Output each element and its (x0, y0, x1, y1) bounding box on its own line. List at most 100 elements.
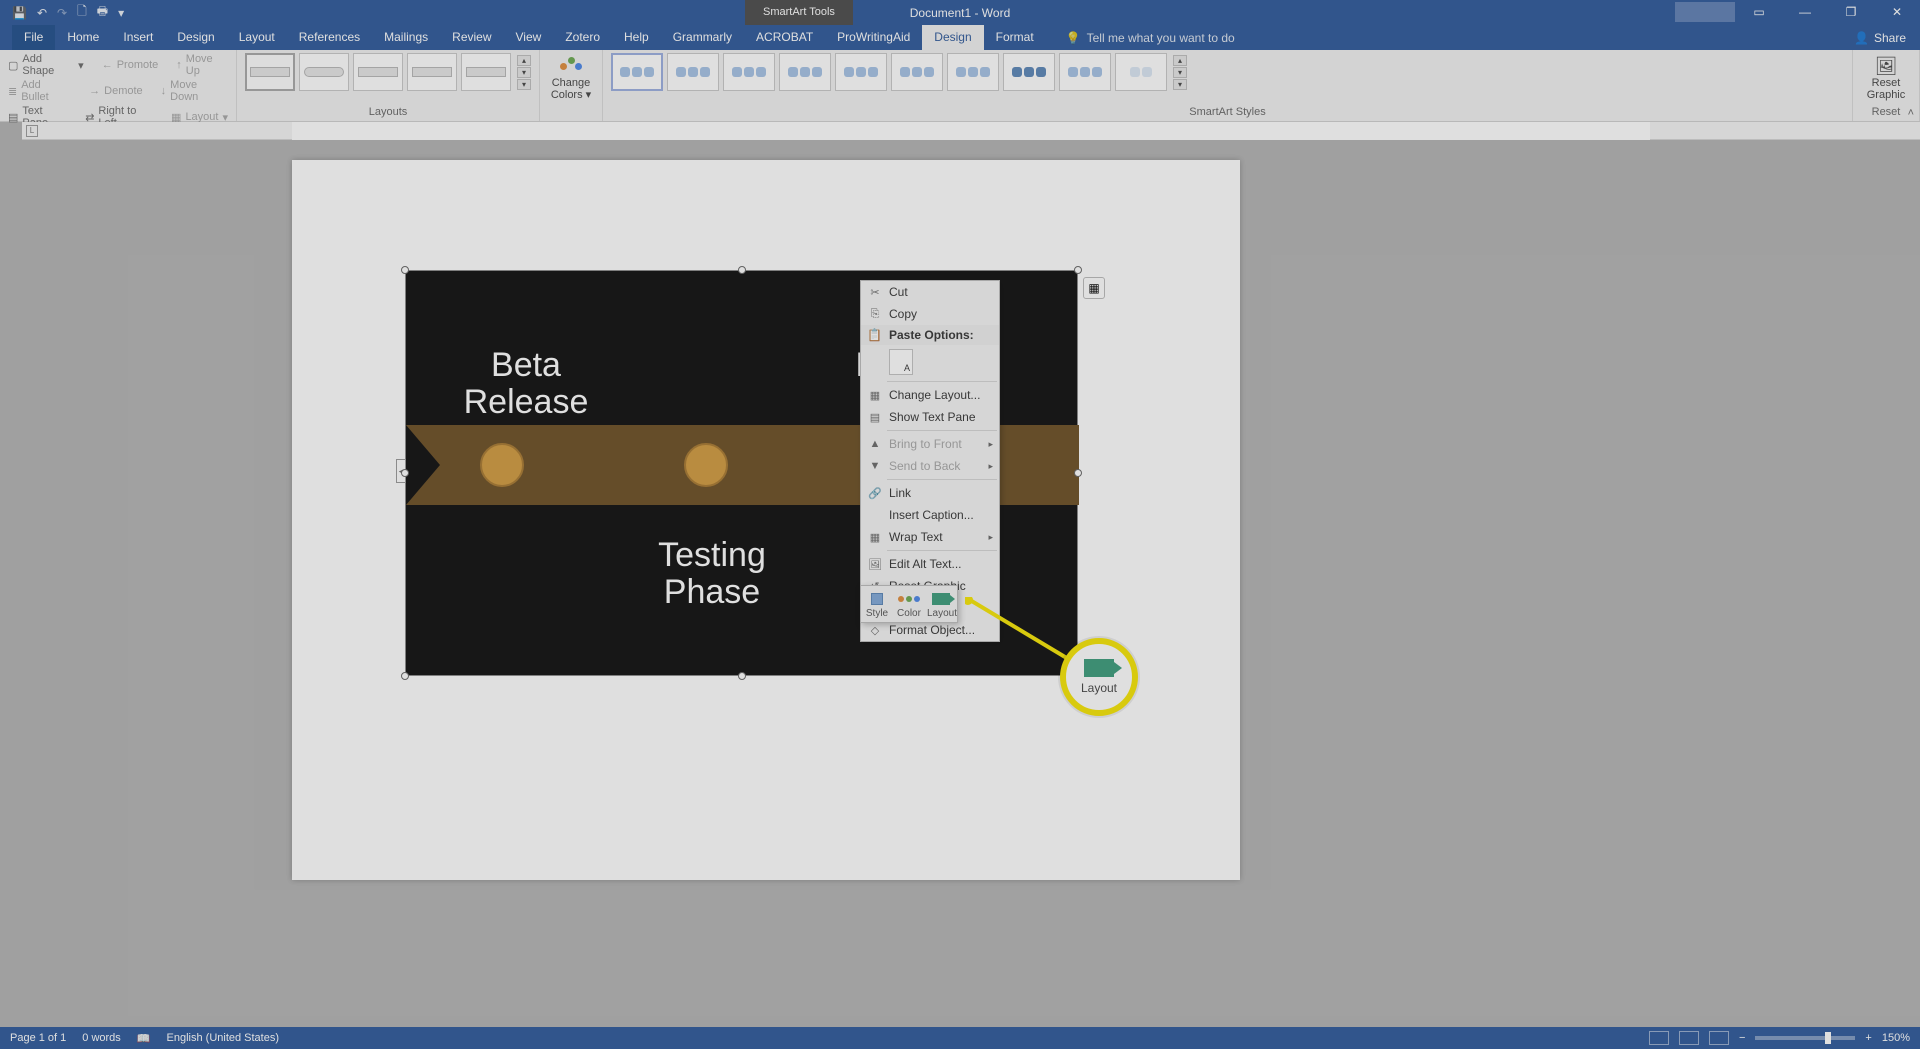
tab-smartart-design[interactable]: Design (922, 25, 983, 50)
style-thumb-2[interactable] (667, 53, 719, 91)
style-thumb-4[interactable] (779, 53, 831, 91)
layout-thumb-2[interactable] (299, 53, 349, 91)
ctx-insert-caption[interactable]: Insert Caption... (861, 504, 999, 526)
mini-toolbar: Style Color Layout (860, 585, 958, 623)
ctx-send-to-back[interactable]: ▼Send to Back▸ (861, 455, 999, 477)
mini-style-button[interactable]: Style (861, 586, 893, 622)
layout-thumb-3[interactable] (353, 53, 403, 91)
style-thumb-9[interactable] (1059, 53, 1111, 91)
cut-icon: ✂ (867, 286, 883, 299)
style-thumb-6[interactable] (891, 53, 943, 91)
move-down-button[interactable]: ↓ Move Down (161, 79, 228, 103)
style-thumb-3[interactable] (723, 53, 775, 91)
ctx-wrap-text[interactable]: ▦Wrap Text▸ (861, 526, 999, 548)
print-icon[interactable]: 🖶 (97, 2, 108, 23)
status-page[interactable]: Page 1 of 1 (10, 1032, 66, 1044)
smartart-text-1[interactable]: BetaRelease (446, 347, 606, 422)
zoom-level[interactable]: 150% (1882, 1032, 1910, 1044)
page[interactable]: ◂ ▦ BetaRelease ProL TestingPhase (292, 160, 1240, 880)
change-colors-button[interactable]: Change Colors ▾ (548, 53, 594, 101)
tab-acrobat[interactable]: ACROBAT (744, 25, 825, 50)
share-button[interactable]: 👤 Share (1854, 31, 1906, 45)
tab-design-main[interactable]: Design (165, 25, 226, 50)
save-icon[interactable]: 💾 (12, 6, 27, 20)
undo-icon[interactable]: ↶ (37, 6, 47, 20)
paste-keep-text-icon (889, 349, 913, 375)
tab-smartart-format[interactable]: Format (984, 25, 1046, 50)
promote-button[interactable]: ← Promote (102, 53, 159, 77)
collapse-ribbon-icon[interactable]: ˄ (1908, 107, 1914, 119)
tab-home[interactable]: Home (55, 25, 111, 50)
smartart-node-1[interactable] (480, 443, 524, 487)
tab-zotero[interactable]: Zotero (553, 25, 612, 50)
resize-handle-mr[interactable] (1074, 469, 1082, 477)
resize-handle-tm[interactable] (738, 266, 746, 274)
qat-more-icon[interactable]: ▾ (118, 6, 124, 20)
zoom-slider[interactable] (1755, 1036, 1855, 1040)
status-words[interactable]: 0 words (82, 1032, 121, 1044)
mini-layout-button[interactable]: Layout (925, 586, 957, 622)
ctx-paste-options-label: 📋Paste Options: (861, 325, 999, 345)
ribbon-tabs: File Home Insert Design Layout Reference… (0, 25, 1920, 50)
styles-gallery-scroll[interactable]: ▴▾▾ (1173, 55, 1187, 90)
tab-mailings[interactable]: Mailings (372, 25, 440, 50)
style-thumb-8[interactable] (1003, 53, 1055, 91)
title-bar: 💾 ↶ ↷ 🗋 🖶 ▾ Document1 - Word SmartArt To… (0, 0, 1920, 25)
ctx-bring-to-front[interactable]: ▲Bring to Front▸ (861, 433, 999, 455)
style-thumb-1[interactable] (611, 53, 663, 91)
tab-view[interactable]: View (504, 25, 554, 50)
reset-graphic-button[interactable]: 🖼 ResetGraphic (1861, 53, 1911, 101)
resize-handle-bl[interactable] (401, 672, 409, 680)
account-badge[interactable] (1675, 2, 1735, 22)
new-doc-icon[interactable]: 🗋 (77, 2, 87, 23)
tab-prowritingaid[interactable]: ProWritingAid (825, 25, 922, 50)
move-up-button[interactable]: ↑ Move Up (176, 53, 228, 77)
ctx-copy[interactable]: ⎘Copy (861, 303, 999, 325)
tab-references[interactable]: References (287, 25, 372, 50)
close-icon[interactable]: ✕ (1874, 0, 1920, 25)
status-language[interactable]: English (United States) (167, 1032, 280, 1044)
resize-handle-bm[interactable] (738, 672, 746, 680)
tab-review[interactable]: Review (440, 25, 503, 50)
layout-thumb-4[interactable] (407, 53, 457, 91)
resize-handle-tr[interactable] (1074, 266, 1082, 274)
layout-thumb-1[interactable] (245, 53, 295, 91)
resize-handle-tl[interactable] (401, 266, 409, 274)
style-thumb-5[interactable] (835, 53, 887, 91)
mini-color-button[interactable]: Color (893, 586, 925, 622)
style-thumb-10[interactable] (1115, 53, 1167, 91)
tab-insert[interactable]: Insert (111, 25, 165, 50)
zoom-in-icon[interactable]: + (1865, 1032, 1871, 1044)
ctx-change-layout[interactable]: ▦Change Layout... (861, 384, 999, 406)
view-print-layout[interactable] (1679, 1031, 1699, 1045)
ctx-edit-alt-text[interactable]: 🖼Edit Alt Text... (861, 553, 999, 575)
layout-thumb-5[interactable] (461, 53, 511, 91)
add-bullet-button[interactable]: ≣ Add Bullet (8, 79, 71, 103)
status-proofing-icon[interactable]: 📖 (137, 1032, 151, 1045)
layout-options-icon[interactable]: ▦ (1083, 277, 1105, 299)
add-shape-button[interactable]: ▢ Add Shape ▾ (8, 53, 84, 77)
tell-me-search[interactable]: 💡 Tell me what you want to do (1066, 31, 1235, 45)
smartart-node-2[interactable] (684, 443, 728, 487)
tab-grammarly[interactable]: Grammarly (661, 25, 744, 50)
resize-handle-ml[interactable] (401, 469, 409, 477)
tab-layout[interactable]: Layout (227, 25, 287, 50)
ribbon-display-icon[interactable]: ▭ (1736, 0, 1782, 25)
ctx-paste-option-keep-text[interactable] (861, 345, 999, 379)
ctx-link[interactable]: 🔗Link (861, 482, 999, 504)
redo-icon[interactable]: ↷ (57, 6, 67, 20)
minimize-icon[interactable]: — (1782, 0, 1828, 25)
demote-button[interactable]: → Demote (89, 79, 143, 103)
smartart-text-3[interactable]: TestingPhase (612, 537, 812, 612)
tab-selector[interactable]: L (26, 125, 38, 137)
layouts-gallery-scroll[interactable]: ▴▾▾ (517, 55, 531, 90)
ctx-show-text-pane[interactable]: ▤Show Text Pane (861, 406, 999, 428)
maximize-icon[interactable]: ❐ (1828, 0, 1874, 25)
zoom-out-icon[interactable]: − (1739, 1032, 1745, 1044)
tab-file[interactable]: File (12, 25, 55, 50)
style-thumb-7[interactable] (947, 53, 999, 91)
ctx-cut[interactable]: ✂Cut (861, 281, 999, 303)
tab-help[interactable]: Help (612, 25, 661, 50)
view-read-mode[interactable] (1649, 1031, 1669, 1045)
view-web-layout[interactable] (1709, 1031, 1729, 1045)
